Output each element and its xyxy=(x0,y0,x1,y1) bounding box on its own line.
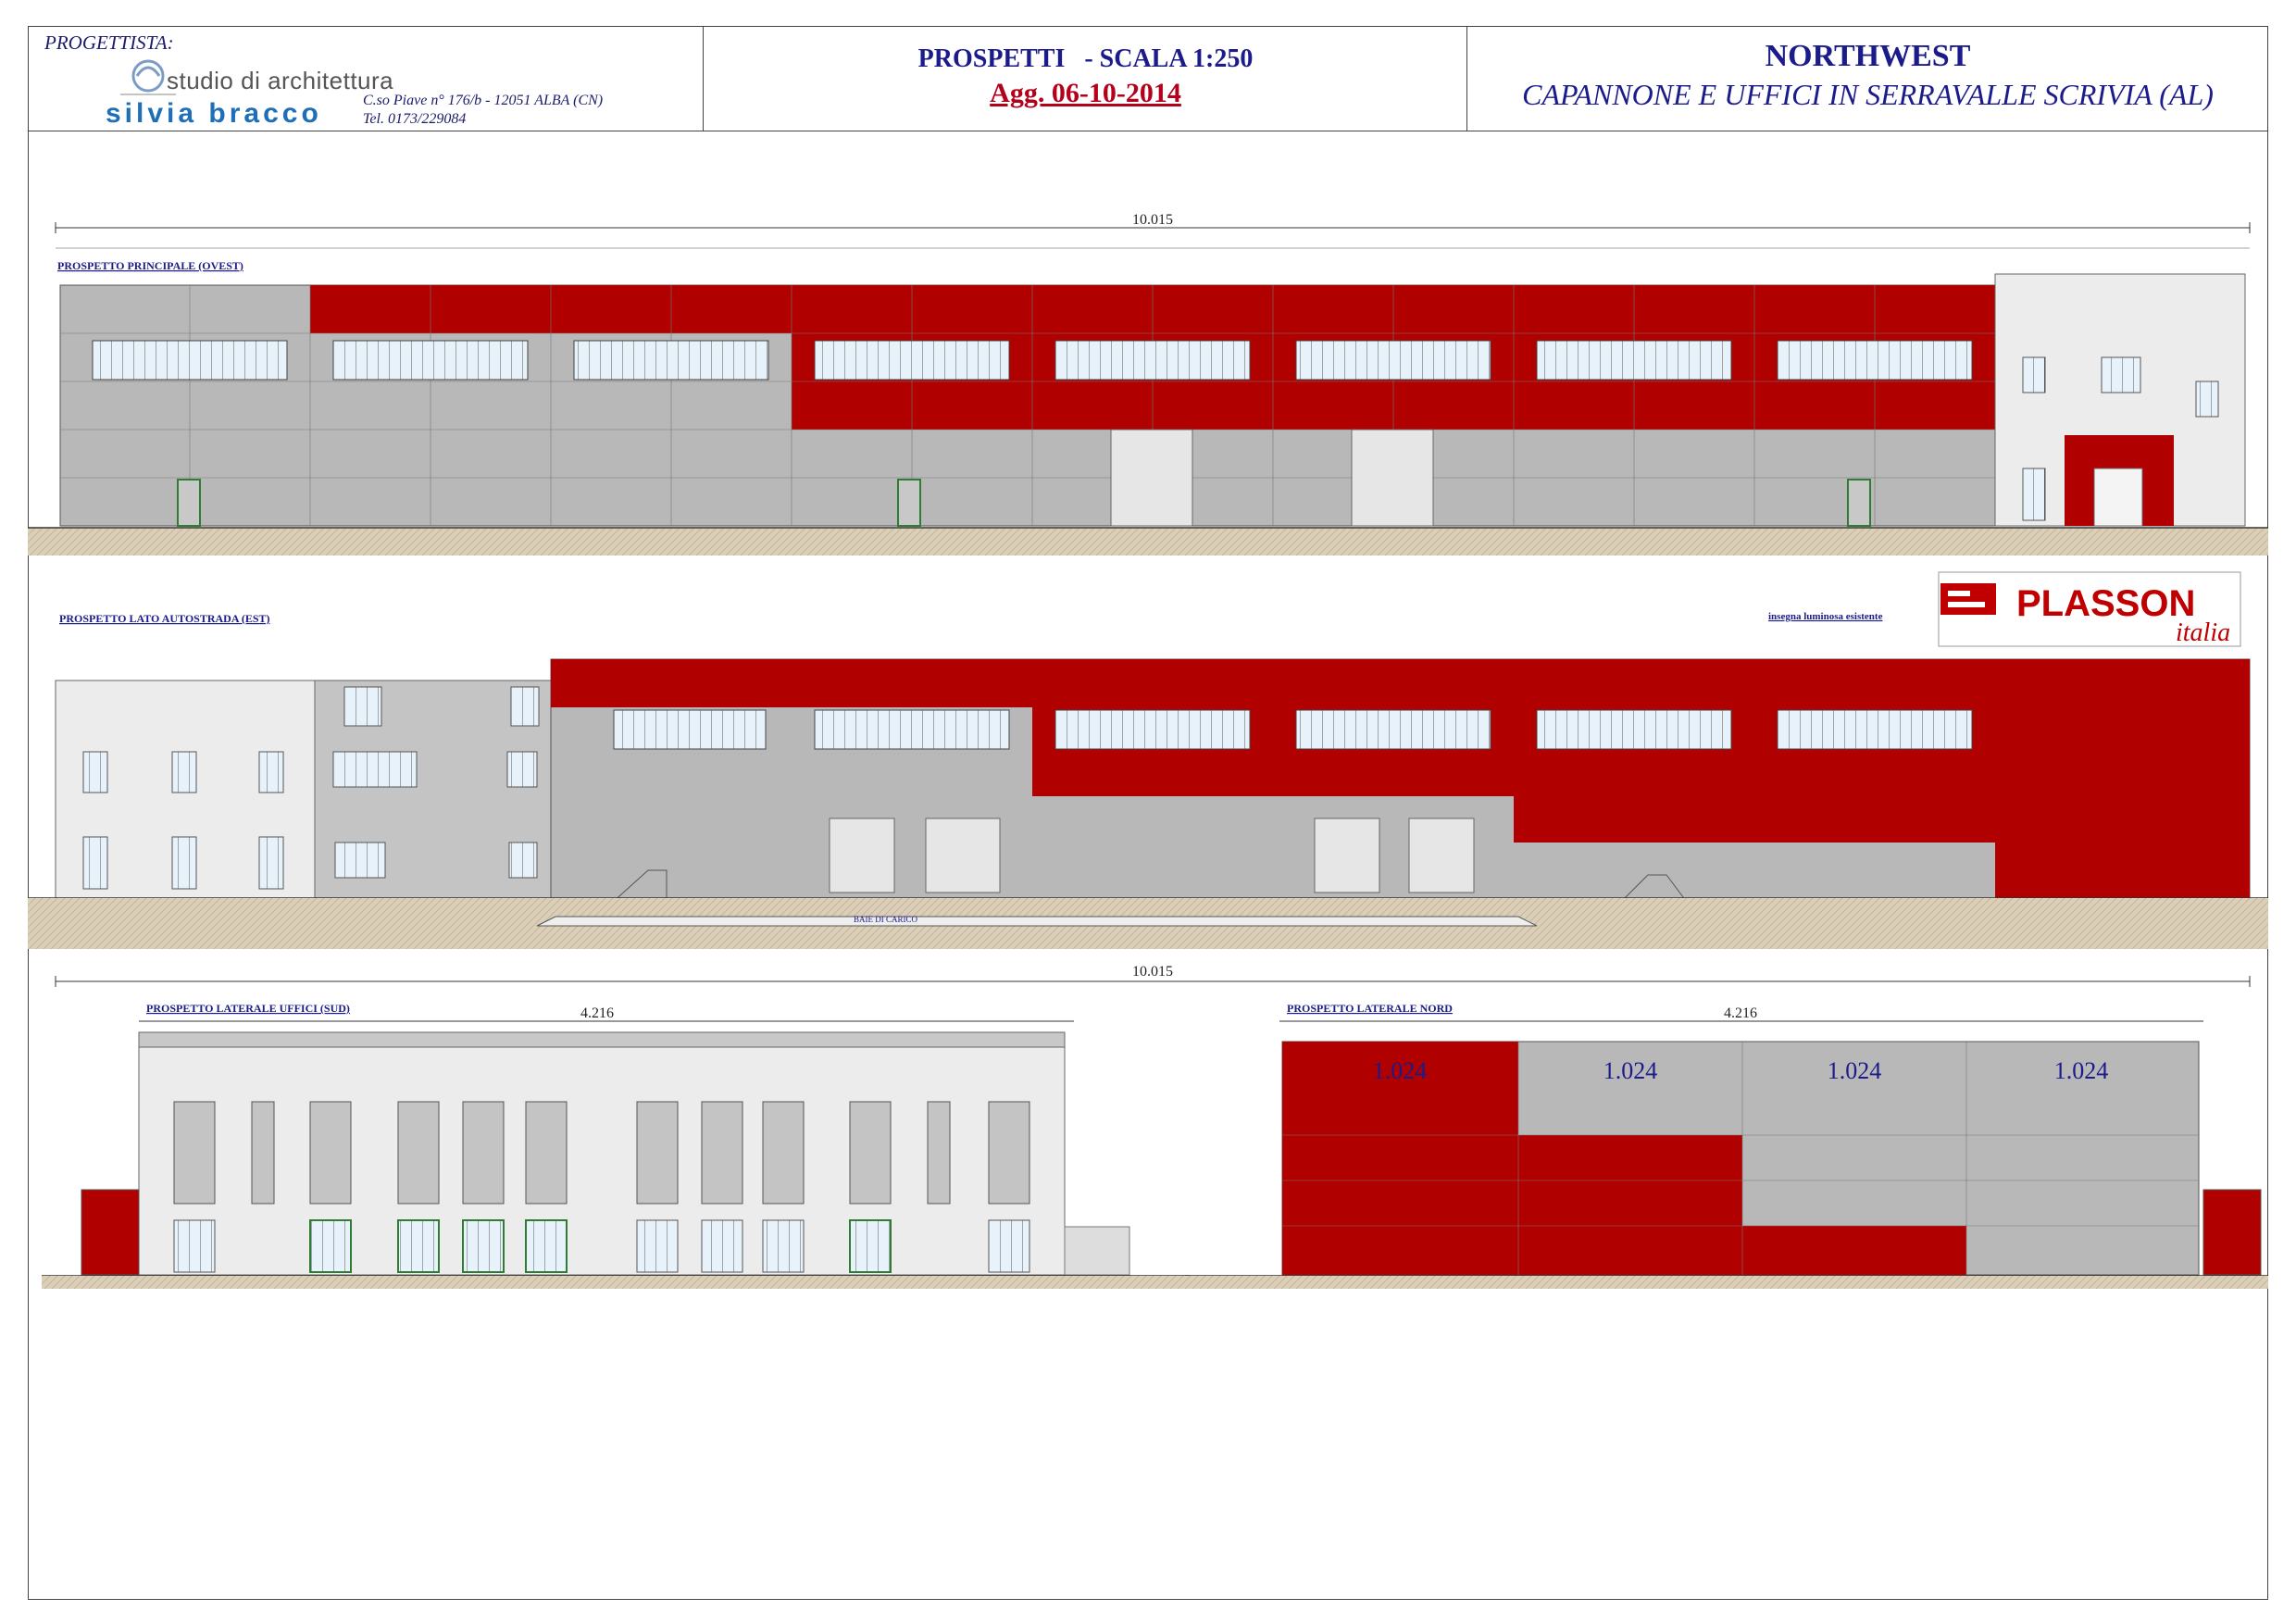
elevation-north: PROSPETTO LATERALE NORD 4.216 1.024 1.02… xyxy=(1185,1002,2268,1289)
north-panel-3: 1.024 xyxy=(1828,1057,1882,1084)
north-panel-4: 1.024 xyxy=(2054,1057,2109,1084)
east-overall-dim: 10.015 xyxy=(1132,964,1173,980)
brand-text: PLASSON xyxy=(2016,583,2195,624)
drawing-sheet: PROGETTISTA: studio di architettura silv… xyxy=(0,0,2296,1623)
loading-bay-label: BAIE DI CARICO xyxy=(854,915,917,924)
elevation-south: PROSPETTO LATERALE UFFICI (SUD) 4.216 xyxy=(42,1002,1190,1289)
north-overall-dim: 4.216 xyxy=(1724,1005,1757,1021)
main-label: PROSPETTO PRINCIPALE (OVEST) xyxy=(57,259,243,272)
north-panel-1: 1.024 xyxy=(1373,1057,1428,1084)
south-label: PROSPETTO LATERALE UFFICI (SUD) xyxy=(146,1002,350,1015)
east-label: PROSPETTO LATO AUTOSTRADA (EST) xyxy=(59,612,270,625)
plasson-sign: PLASSON italia xyxy=(1938,571,2241,647)
sign-label: insegna luminosa esistente xyxy=(1768,611,1883,622)
elevation-drawings: 10.015 PROSPETTO PRINCIPALE (OVEST) PROS… xyxy=(28,212,2268,1289)
elevation-east: PROSPETTO LATO AUTOSTRADA (EST) insegna … xyxy=(28,571,2268,987)
north-panel-2: 1.024 xyxy=(1603,1057,1658,1084)
north-label: PROSPETTO LATERALE NORD xyxy=(1287,1002,1453,1015)
south-overall-dim: 4.216 xyxy=(580,1005,614,1021)
main-overall-dim: 10.015 xyxy=(1132,212,1173,228)
elevation-main: 10.015 PROSPETTO PRINCIPALE (OVEST) xyxy=(28,212,2268,556)
brand-subtext: italia xyxy=(2176,618,2230,647)
